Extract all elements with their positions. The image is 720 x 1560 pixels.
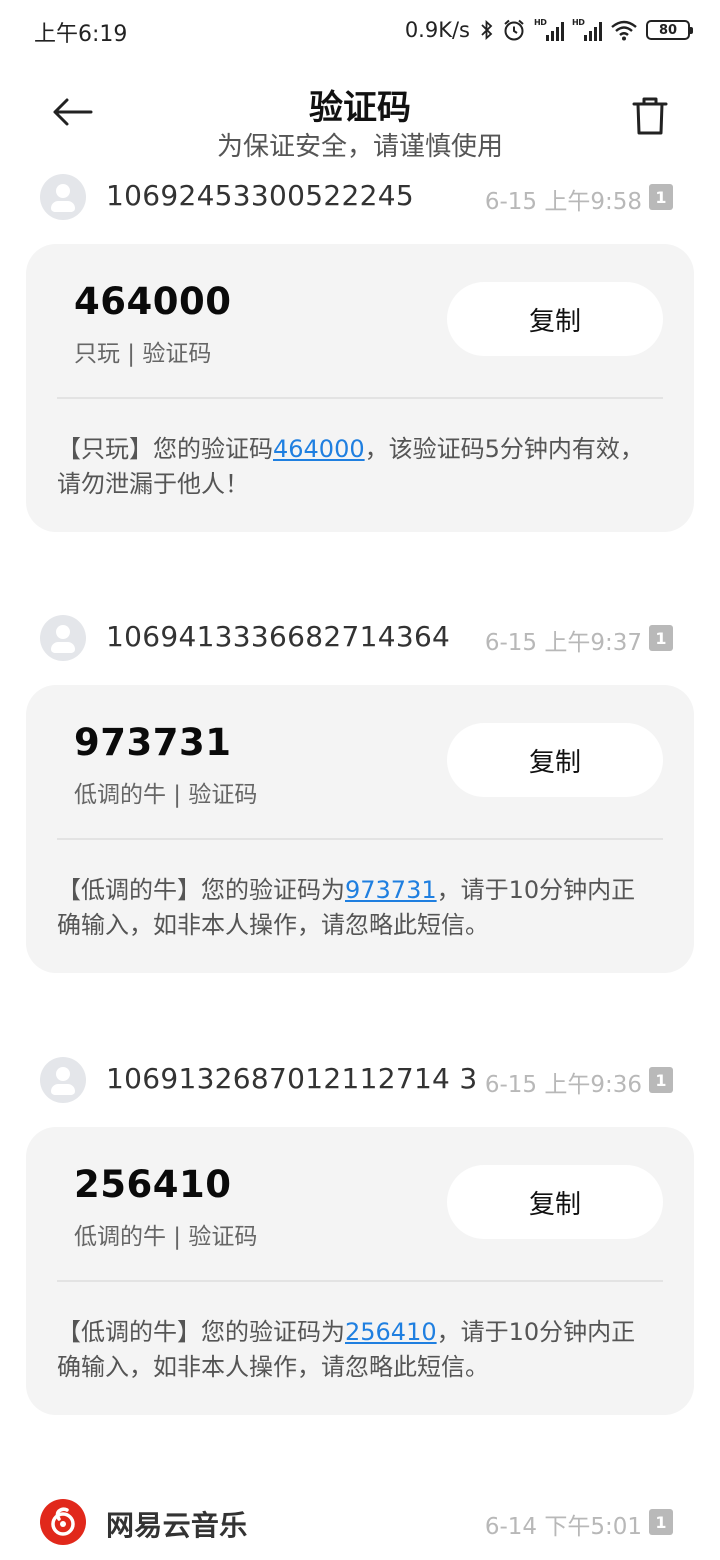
verification-code: 464000 (74, 280, 232, 323)
sender-row[interactable]: 网易云音乐 6-14 下午5:01 1 (0, 1497, 720, 1547)
person-avatar-icon (40, 1057, 86, 1103)
code-source-label: 低调的牛 | 验证码 (74, 782, 258, 808)
message-group: 1069132687012112714 3 6-15 上午9:36 1 2564… (0, 1055, 720, 1415)
wifi-icon (610, 19, 638, 41)
code-link[interactable]: 256410 (345, 1318, 437, 1346)
trash-icon (632, 97, 668, 135)
message-group: 1069413336682714364 6-15 上午9:37 1 973731… (0, 613, 720, 973)
verification-card: 973731 低调的牛 | 验证码 复制 【低调的牛】您的验证码为973731，… (26, 685, 694, 973)
sender-row[interactable]: 10692453300522245 6-15 上午9:58 1 (0, 172, 720, 222)
verification-card: 256410 低调的牛 | 验证码 复制 【低调的牛】您的验证码为256410，… (26, 1127, 694, 1415)
verification-code: 256410 (74, 1163, 232, 1206)
message-body: 【低调的牛】您的验证码为973731，请于10分钟内正确输入，如非本人操作，请忽… (57, 876, 636, 939)
message-body: 【低调的牛】您的验证码为256410，请于10分钟内正确输入，如非本人操作，请忽… (57, 1318, 636, 1381)
code-source-label: 只玩 | 验证码 (74, 341, 212, 367)
sender-row[interactable]: 1069413336682714364 6-15 上午9:37 1 (0, 613, 720, 663)
sender-number: 1069132687012112714 3 (106, 1062, 478, 1095)
page-subtitle: 为保证安全，请谨慎使用 (216, 132, 503, 162)
message-time: 6-15 上午9:37 (484, 630, 642, 656)
divider (57, 1280, 663, 1282)
message-group: 10692453300522245 6-15 上午9:58 1 464000 只… (0, 172, 720, 532)
app-header: 验证码 为保证安全，请谨慎使用 (0, 60, 720, 170)
message-group: 网易云音乐 6-14 下午5:01 1 (0, 1497, 720, 1547)
code-link[interactable]: 464000 (273, 435, 365, 463)
alarm-icon (502, 18, 526, 42)
signal-2-icon: HD (572, 18, 602, 41)
netease-music-logo-icon (40, 1499, 86, 1545)
message-time: 6-14 下午5:01 (484, 1514, 642, 1540)
battery-icon: 80 (646, 20, 693, 40)
divider (57, 838, 663, 840)
sender-name: 网易云音乐 (106, 1509, 248, 1542)
status-icons: 0.9K/s HD HD 80 (404, 14, 693, 46)
sim-card-icon: 1 (649, 1067, 673, 1093)
person-avatar-icon (40, 615, 86, 661)
code-source-label: 低调的牛 | 验证码 (74, 1224, 258, 1250)
code-link[interactable]: 973731 (345, 876, 437, 904)
message-time: 6-15 上午9:36 (484, 1072, 642, 1098)
copy-button[interactable]: 复制 (447, 282, 663, 356)
sim-card-icon: 1 (649, 1509, 673, 1535)
bluetooth-icon (480, 19, 494, 41)
copy-button[interactable]: 复制 (447, 723, 663, 797)
verification-code: 973731 (74, 721, 232, 764)
message-time: 6-15 上午9:58 (484, 189, 642, 215)
page-title: 验证码 (309, 88, 411, 128)
verification-card: 464000 只玩 | 验证码 复制 【只玩】您的验证码464000，该验证码5… (26, 244, 694, 532)
sender-number: 10692453300522245 (106, 179, 414, 212)
network-speed: 0.9K/s (404, 18, 470, 42)
status-bar: 上午6:19 0.9K/s HD HD 80 (0, 0, 720, 60)
sim-card-icon: 1 (649, 625, 673, 651)
signal-1-icon: HD (534, 18, 564, 41)
copy-button[interactable]: 复制 (447, 1165, 663, 1239)
sim-card-icon: 1 (649, 184, 673, 210)
delete-button[interactable] (628, 92, 672, 140)
person-avatar-icon (40, 174, 86, 220)
divider (57, 397, 663, 399)
sender-number: 1069413336682714364 (106, 620, 451, 653)
sender-row[interactable]: 1069132687012112714 3 6-15 上午9:36 1 (0, 1055, 720, 1105)
message-body: 【只玩】您的验证码464000，该验证码5分钟内有效，请勿泄漏于他人！ (57, 435, 644, 498)
status-time: 上午6:19 (34, 22, 128, 47)
